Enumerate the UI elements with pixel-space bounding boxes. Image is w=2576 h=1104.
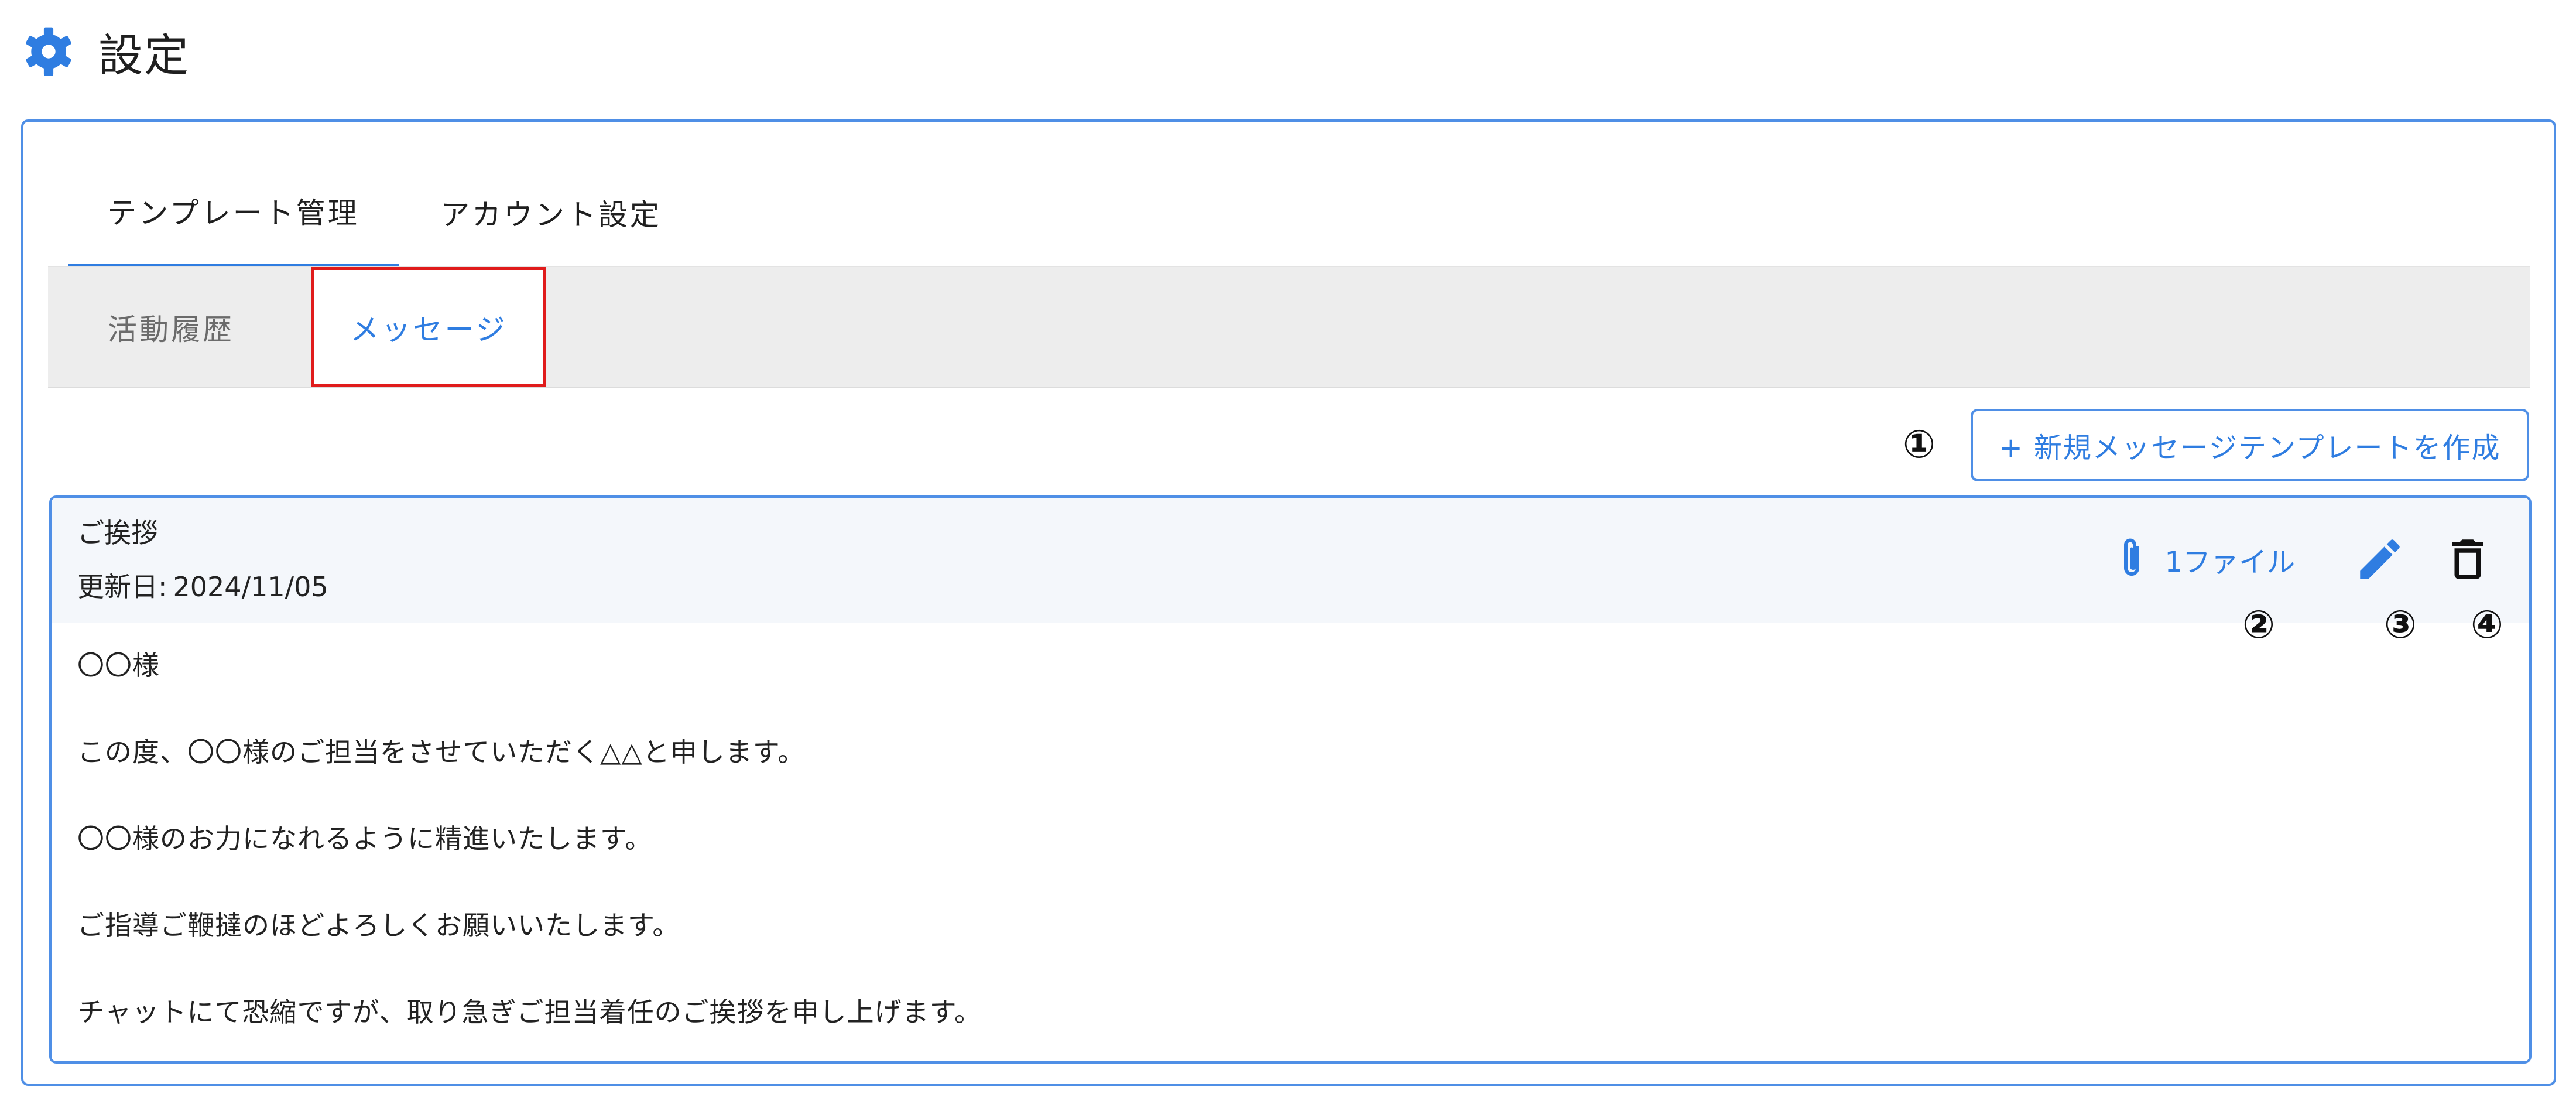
marker-2: ② bbox=[2242, 602, 2275, 647]
template-body-line: チャットにて恐縮ですが、取り急ぎご担当着任のご挨拶を申し上げます。 bbox=[77, 996, 982, 1028]
subtab-bar: 活動履歴 メッセージ bbox=[48, 266, 2530, 388]
delete-button[interactable] bbox=[2441, 533, 2494, 586]
edit-button[interactable] bbox=[2354, 533, 2406, 586]
template-title: ご挨拶 bbox=[77, 517, 158, 549]
marker-1: ① bbox=[1903, 422, 1936, 467]
updated-value: 2024/11/05 bbox=[173, 571, 328, 603]
template-item: ご挨拶 更新日: 2024/11/05 1ファイル 〇〇様 この度、〇〇様のご担… bbox=[49, 495, 2532, 1064]
template-item-header: ご挨拶 更新日: 2024/11/05 1ファイル bbox=[52, 498, 2529, 623]
trash-icon bbox=[2452, 539, 2483, 579]
attachment-count: 1ファイル bbox=[2164, 546, 2295, 579]
template-body-line: この度、〇〇様のご担当をさせていただく△△と申します。 bbox=[77, 736, 806, 768]
subtab-message[interactable]: メッセージ bbox=[311, 267, 546, 387]
updated-label: 更新日: bbox=[77, 571, 167, 603]
template-body-line: 〇〇様のお力になれるように精進いたします。 bbox=[77, 823, 653, 855]
create-message-template-button[interactable]: + 新規メッセージテンプレートを作成 bbox=[1971, 409, 2529, 481]
marker-3: ③ bbox=[2384, 602, 2417, 647]
tab-template-management[interactable]: テンプレート管理 bbox=[68, 157, 399, 268]
settings-tabs: テンプレート管理 アカウント設定 bbox=[68, 157, 703, 268]
page-header: 設定 bbox=[22, 22, 190, 81]
tab-account-settings[interactable]: アカウント設定 bbox=[399, 157, 703, 268]
settings-card: テンプレート管理 アカウント設定 活動履歴 メッセージ ① + 新規メッセージテ… bbox=[21, 119, 2556, 1086]
template-body-line: ご指導ご鞭撻のほどよろしくお願いいたします。 bbox=[77, 910, 680, 941]
marker-4: ④ bbox=[2471, 602, 2503, 647]
gear-icon bbox=[26, 27, 71, 76]
template-actions: 1ファイル bbox=[2114, 527, 2494, 592]
paperclip-icon bbox=[2124, 538, 2140, 576]
attachment-link[interactable]: 1ファイル bbox=[2114, 536, 2295, 583]
pencil-icon bbox=[2360, 539, 2400, 579]
template-updated-date: 更新日: 2024/11/05 bbox=[77, 566, 328, 604]
template-body-line: 〇〇様 bbox=[77, 650, 160, 681]
page-title: 設定 bbox=[98, 29, 190, 81]
subtab-activity-history[interactable]: 活動履歴 bbox=[83, 267, 259, 387]
